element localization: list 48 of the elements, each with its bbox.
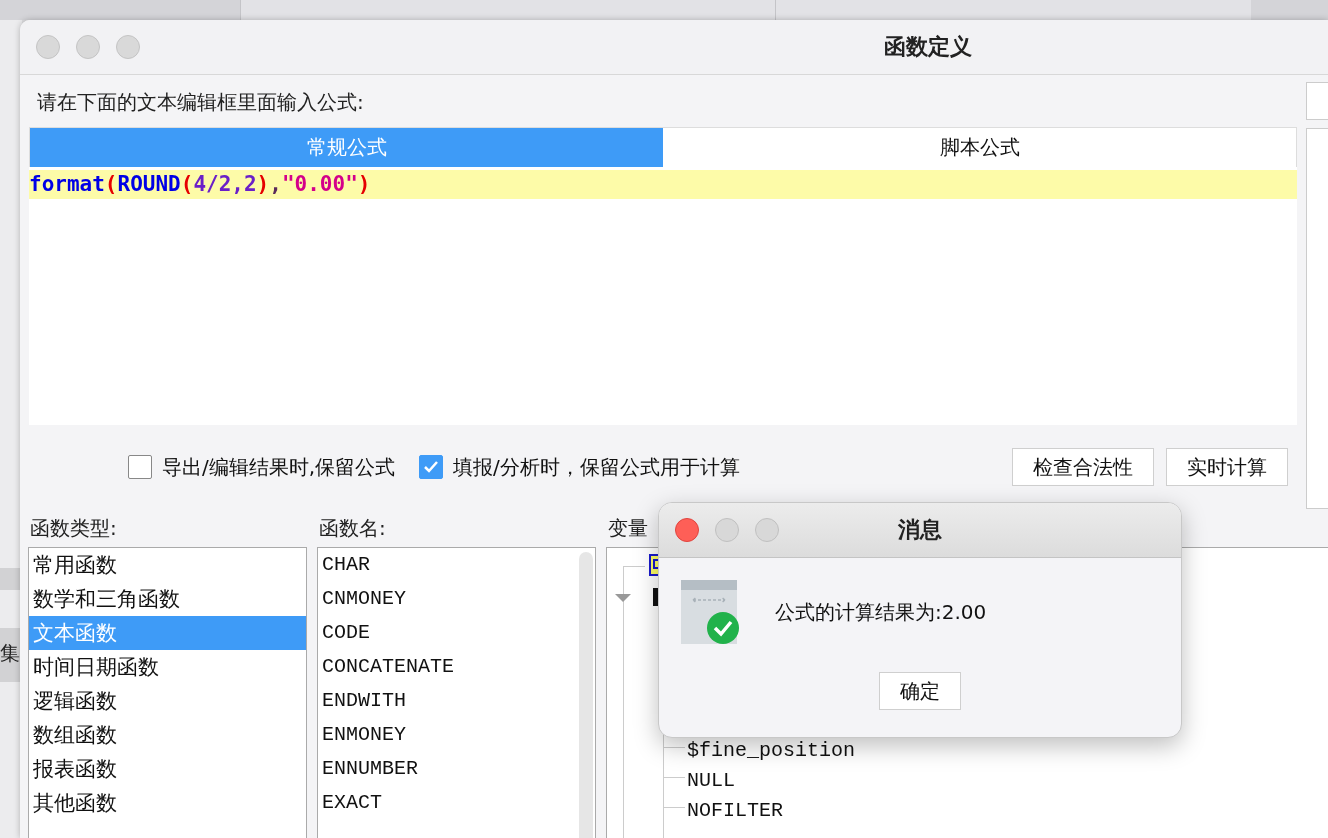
list-item[interactable]: 常用函数 (29, 548, 306, 582)
side-label: 集 (0, 640, 21, 667)
list-item[interactable]: CHAR (318, 548, 595, 582)
browser-tab[interactable] (775, 0, 1251, 20)
checkbox-label: 填报/分析时，保留公式用于计算 (453, 453, 740, 481)
list-item[interactable]: EXACT (318, 786, 595, 820)
list-item[interactable]: CNMONEY (318, 582, 595, 616)
window-control-button[interactable] (76, 35, 100, 59)
list-item[interactable]: 报表函数 (29, 752, 306, 786)
tree-item[interactable]: NULL (687, 766, 856, 796)
checkbox-label: 导出/编辑结果时,保留公式 (162, 453, 396, 481)
list-item[interactable]: 数学和三角函数 (29, 582, 306, 616)
list-item[interactable]: 数组函数 (29, 718, 306, 752)
checkbox[interactable] (419, 455, 444, 479)
message-text: 公式的计算结果为:2.00 (775, 598, 987, 626)
list-label: 函数名: (319, 516, 386, 540)
tree-item[interactable]: NOFILTER (687, 796, 856, 826)
list-item[interactable]: CODE (318, 616, 595, 650)
scrollbar[interactable] (579, 552, 593, 838)
formula-editor[interactable]: format(ROUND(4/2,2),"0.00") (29, 167, 1297, 425)
list-label: 变量 (608, 516, 648, 540)
expand-icon[interactable] (615, 594, 631, 602)
tree-item[interactable]: $fine_position (687, 736, 856, 766)
background-band (0, 568, 22, 590)
window-title: 函数定义 (884, 33, 972, 61)
list-item[interactable]: 时间日期函数 (29, 650, 306, 684)
window-control-button[interactable] (715, 518, 739, 542)
checkbox[interactable] (128, 455, 152, 479)
ok-button[interactable]: 确定 (879, 672, 961, 710)
window-control-button[interactable] (116, 35, 140, 59)
action-button[interactable]: 检查合法性 (1012, 448, 1154, 486)
list-item[interactable]: 逻辑函数 (29, 684, 306, 718)
close-button[interactable] (675, 518, 699, 542)
list-item[interactable]: CONCATENATE (318, 650, 595, 684)
browser-tab[interactable] (240, 0, 776, 20)
formula-tab[interactable]: 脚本公式 (663, 128, 1296, 167)
dialog-title: 消息 (898, 516, 942, 544)
window-control-button[interactable] (36, 35, 60, 59)
success-icon (681, 580, 739, 644)
list-label: 函数类型: (30, 516, 117, 540)
list-item[interactable]: ENDWITH (318, 684, 595, 718)
prompt-label: 请在下面的文本编辑框里面输入公式: (37, 90, 364, 114)
list-item[interactable]: 其他函数 (29, 786, 306, 820)
side-field[interactable] (1306, 82, 1328, 120)
list-item[interactable]: ENMONEY (318, 718, 595, 752)
window-control-button[interactable] (755, 518, 779, 542)
action-button[interactable]: 实时计算 (1166, 448, 1288, 486)
list-item[interactable]: ENNUMBER (318, 752, 595, 786)
